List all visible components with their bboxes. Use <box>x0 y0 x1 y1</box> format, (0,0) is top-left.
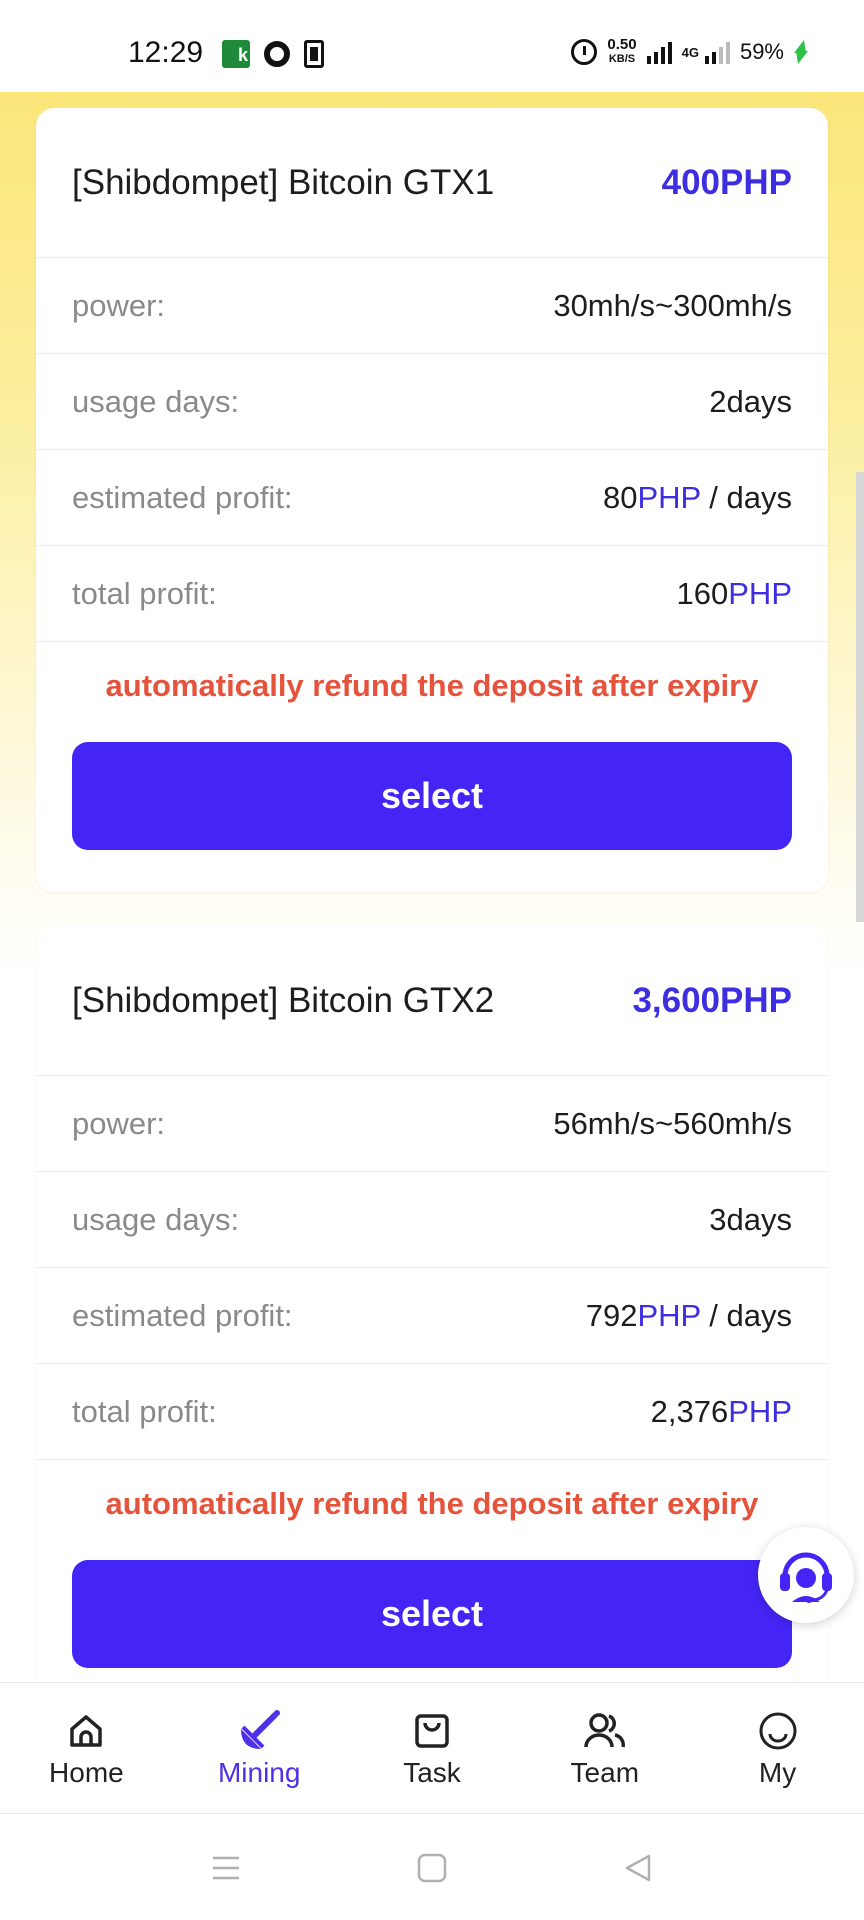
net-speed-value: 0.50 <box>607 36 637 53</box>
estimated-profit-label: estimated profit: <box>72 1297 293 1333</box>
total-profit-row: total profit: 2,376PHP <box>36 1364 828 1460</box>
notes-app-icon <box>304 40 324 68</box>
select-button[interactable]: select <box>72 742 792 850</box>
nav-label: Task <box>403 1757 461 1788</box>
home-icon <box>64 1709 108 1753</box>
signal-icon <box>646 40 672 64</box>
usage-days-value: 3days <box>709 1201 792 1237</box>
mining-plans-list[interactable]: [Shibdompet] Bitcoin GTX1 400PHP power: … <box>0 92 864 1682</box>
estimated-profit-row: estimated profit: 792PHP / days <box>36 1268 828 1364</box>
opera-app-icon <box>264 41 290 67</box>
plan-price: 3,600PHP <box>632 980 792 1020</box>
usage-days-value: 2days <box>709 383 792 419</box>
charging-icon <box>794 40 808 64</box>
net-speed-unit: KB/S <box>608 53 636 65</box>
nav-label: Mining <box>217 1757 301 1788</box>
status-indicators: 0.50 KB/S 4G 59% <box>571 36 808 66</box>
power-value: 56mh/s~560mh/s <box>553 1105 792 1141</box>
recent-apps-icon[interactable] <box>206 1850 246 1886</box>
task-icon <box>410 1709 454 1753</box>
scrollbar[interactable] <box>856 472 864 922</box>
estimated-profit-value: 80PHP / days <box>603 480 792 516</box>
total-profit-number: 160 <box>676 575 729 611</box>
plan-title: [Shibdompet] Bitcoin GTX2 <box>72 980 495 1020</box>
headset-icon <box>773 1542 839 1608</box>
home-button-icon[interactable] <box>412 1850 452 1886</box>
signal-2-icon <box>704 40 730 64</box>
nav-item-team[interactable]: Team <box>518 1683 691 1813</box>
estimated-profit-value: 792PHP / days <box>586 1298 792 1334</box>
team-icon <box>583 1709 627 1753</box>
nav-item-mining[interactable]: Mining <box>173 1683 346 1813</box>
total-profit-row: total profit: 160PHP <box>36 546 828 642</box>
select-button[interactable]: select <box>72 1560 792 1668</box>
plan-header: [Shibdompet] Bitcoin GTX1 400PHP <box>36 108 828 258</box>
power-label: power: <box>72 287 166 323</box>
estimated-profit-number: 80 <box>603 479 638 515</box>
nav-item-home[interactable]: Home <box>0 1683 173 1813</box>
plan-header: [Shibdompet] Bitcoin GTX2 3,600PHP <box>36 926 828 1076</box>
estimated-profit-currency: PHP <box>637 479 701 515</box>
plan-card: [Shibdompet] Bitcoin GTX2 3,600PHP power… <box>36 926 828 1682</box>
estimated-profit-label: estimated profit: <box>72 479 293 515</box>
mining-icon <box>237 1709 281 1753</box>
nav-item-task[interactable]: Task <box>346 1683 519 1813</box>
estimated-profit-currency: PHP <box>637 1297 701 1333</box>
estimated-profit-unit: / days <box>700 1297 792 1333</box>
alarm-icon <box>571 39 598 65</box>
usage-days-label: usage days: <box>72 1201 240 1237</box>
notification-icons: k <box>222 40 324 68</box>
back-icon[interactable] <box>618 1850 658 1886</box>
customer-support-button[interactable] <box>758 1527 854 1623</box>
network-type: 4G <box>681 44 699 60</box>
estimated-profit-unit: / days <box>700 479 792 515</box>
total-profit-currency: PHP <box>728 1393 792 1429</box>
refund-notice: automatically refund the deposit after e… <box>105 1486 759 1521</box>
bottom-nav: Home Mining Task Team My <box>0 1682 864 1814</box>
refund-notice: automatically refund the deposit after e… <box>105 668 759 703</box>
usage-days-row: usage days: 3days <box>36 1172 828 1268</box>
profile-icon <box>756 1709 800 1753</box>
estimated-profit-number: 792 <box>585 1297 638 1333</box>
plan-title: [Shibdompet] Bitcoin GTX1 <box>72 162 495 202</box>
total-profit-number: 2,376 <box>650 1393 729 1429</box>
estimated-profit-row: estimated profit: 80PHP / days <box>36 450 828 546</box>
nav-label: My <box>758 1757 797 1788</box>
total-profit-label: total profit: <box>72 575 217 611</box>
nav-label: Home <box>49 1757 124 1788</box>
usage-days-row: usage days: 2days <box>36 354 828 450</box>
battery-level: 59% <box>739 39 784 64</box>
usage-days-label: usage days: <box>72 383 240 419</box>
k-app-icon: k <box>222 40 250 68</box>
power-row: power: 56mh/s~560mh/s <box>36 1076 828 1172</box>
plan-price: 400PHP <box>661 162 792 202</box>
net-speed: 0.50 KB/S <box>607 36 637 66</box>
total-profit-currency: PHP <box>728 575 792 611</box>
nav-item-my[interactable]: My <box>691 1683 864 1813</box>
power-value: 30mh/s~300mh/s <box>553 287 792 323</box>
status-bar: 12:29 k 0.50 KB/S 4G 59% <box>0 0 864 92</box>
total-profit-label: total profit: <box>72 1393 217 1429</box>
plan-card: [Shibdompet] Bitcoin GTX1 400PHP power: … <box>36 108 828 892</box>
status-time: 12:29 <box>128 36 204 69</box>
total-profit-value: 2,376PHP <box>651 1394 792 1430</box>
power-row: power: 30mh/s~300mh/s <box>36 258 828 354</box>
total-profit-value: 160PHP <box>677 576 792 612</box>
nav-label: Team <box>570 1757 640 1788</box>
power-label: power: <box>72 1105 166 1141</box>
